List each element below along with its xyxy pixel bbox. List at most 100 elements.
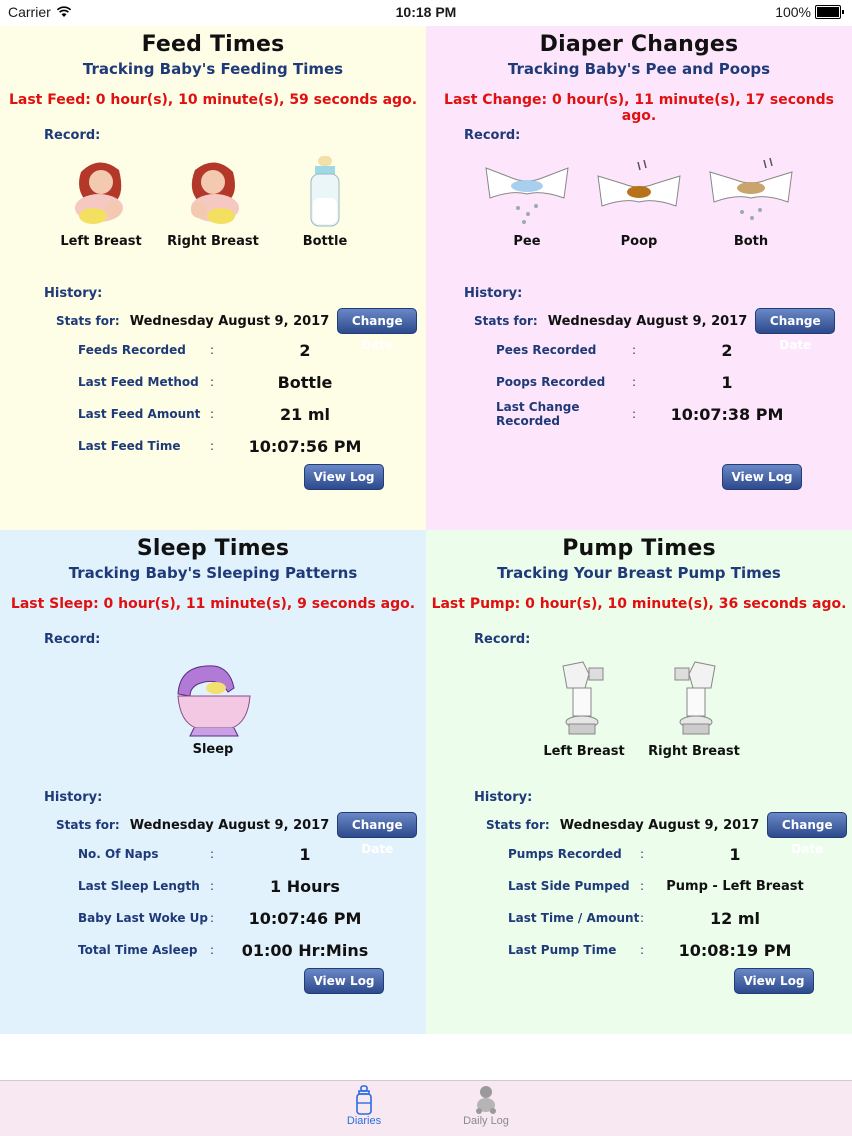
stat-key: Last Feed Amount [78, 407, 201, 421]
stat-key: Last Feed Method [78, 375, 199, 389]
feed-panel: Feed Times Tracking Baby's Feeding Times… [0, 26, 426, 530]
stats-date: Wednesday August 9, 2017 [547, 313, 748, 329]
stat-value: 12 ml [710, 908, 760, 928]
breast-pump-icon [562, 661, 604, 735]
bottle-button[interactable]: Bottle [277, 154, 373, 249]
stat-value: 21 ml [280, 404, 330, 424]
left-breast-pump-button[interactable]: Left Breast [536, 658, 632, 759]
pee-button[interactable]: Pee [479, 154, 575, 249]
stat-key: Last Side Pumped [508, 879, 630, 893]
clock: 10:18 PM [395, 4, 457, 20]
panel-subtitle: Tracking Your Breast Pump Times [497, 564, 781, 582]
record-label: Record: [464, 128, 521, 143]
stat-key: Last Feed Time [78, 439, 181, 453]
stat-value: Bottle [277, 372, 333, 392]
stat-value: 2 [721, 340, 733, 360]
battery-percent: 100% [775, 4, 811, 20]
stat-key: Pees Recorded [496, 343, 597, 357]
stat-key: Last Pump Time [508, 943, 617, 957]
table-row: Last Feed Method: Bottle [78, 366, 380, 398]
poop-button[interactable]: Poop [591, 154, 687, 249]
sleep-record-icons: Sleep [0, 658, 426, 757]
table-row: No. Of Naps:1 [78, 838, 380, 870]
icon-label: Left Breast [543, 744, 625, 759]
right-breast-pump-button[interactable]: Right Breast [646, 658, 742, 759]
bottle-icon [310, 156, 340, 227]
breast-pump-icon [674, 661, 716, 735]
last-change-text: Last Change: 0 hour(s), 11 minute(s), 17… [444, 92, 834, 124]
view-log-button[interactable]: View Log [734, 968, 814, 994]
last-pump-text: Last Pump: 0 hour(s), 10 minute(s), 36 s… [431, 596, 847, 612]
change-date-button[interactable]: Change Date [755, 308, 836, 352]
tab-daily-log[interactable]: Daily Log [446, 1085, 526, 1127]
table-row: Poops Recorded:1 [496, 366, 802, 398]
stat-value: 10:07:46 PM [248, 908, 362, 928]
view-log-button[interactable]: View Log [304, 464, 384, 490]
panel-subtitle: Tracking Baby's Feeding Times [82, 60, 344, 78]
table-row: Last Pump Time:10:08:19 PM [508, 934, 810, 966]
icon-label: Right Breast [648, 744, 740, 759]
history-label: History: [44, 790, 103, 805]
battery-icon [815, 5, 841, 19]
stats-date-row: Stats for: Wednesday August 9, 2017 Chan… [486, 812, 848, 856]
icon-label: Sleep [192, 742, 234, 757]
status-bar: Carrier 10:18 PM 100% [0, 0, 852, 26]
left-breast-button[interactable]: Left Breast [53, 154, 149, 249]
stats-date: Wednesday August 9, 2017 [559, 817, 760, 833]
stat-value: 10:08:19 PM [678, 940, 792, 960]
history-label: History: [464, 286, 523, 301]
sleep-button[interactable]: Sleep [165, 658, 261, 757]
stat-value: Pump - Left Breast [666, 878, 804, 894]
stat-key: Poops Recorded [496, 375, 606, 389]
table-row: Baby Last Woke Up:10:07:46 PM [78, 902, 380, 934]
change-date-button[interactable]: Change Date [767, 812, 848, 856]
panel-subtitle: Tracking Baby's Sleeping Patterns [68, 564, 358, 582]
icon-label: Poop [620, 234, 658, 249]
change-date-button[interactable]: Change Date [337, 308, 418, 352]
last-feed-text: Last Feed: 0 hour(s), 10 minute(s), 59 s… [8, 92, 418, 108]
feed-stats: Feeds Recorded:2 Last Feed Method: Bottle… [78, 334, 380, 462]
diaper-stats: Pees Recorded:2 Poops Recorded:1 Last Ch… [496, 334, 802, 430]
stat-key: Pumps Recorded [508, 847, 622, 861]
panel-title: Feed Times [141, 32, 285, 57]
tab-diaries[interactable]: Diaries [324, 1085, 404, 1127]
stat-value: 10:07:56 PM [248, 436, 362, 456]
tab-label: Diaries [346, 1115, 382, 1127]
stats-date-row: Stats for: Wednesday August 9, 2017 Chan… [474, 308, 836, 352]
panel-title: Sleep Times [136, 536, 290, 561]
stat-value: 2 [299, 340, 311, 360]
stat-key: Feeds Recorded [78, 343, 186, 357]
stats-for-label: Stats for: [56, 314, 120, 328]
stat-value: 1 [729, 844, 741, 864]
bottle-icon [356, 1085, 372, 1115]
panel-title: Pump Times [562, 536, 716, 561]
view-log-button[interactable]: View Log [304, 968, 384, 994]
icon-label: Both [733, 234, 769, 249]
stats-for-label: Stats for: [486, 818, 550, 832]
stat-key: No. Of Naps [78, 847, 159, 861]
record-label: Record: [474, 632, 531, 647]
change-date-button[interactable]: Change Date [337, 812, 418, 856]
bassinet-icon [177, 665, 251, 737]
table-row: Total Time Asleep:01:00 Hr:Mins [78, 934, 380, 966]
stats-date-row: Stats for: Wednesday August 9, 2017 Chan… [56, 812, 418, 856]
stat-value: 1 [299, 844, 311, 864]
right-breast-button[interactable]: Right Breast [165, 154, 261, 249]
stats-for-label: Stats for: [474, 314, 538, 328]
table-row: Last Sleep Length:1 Hours [78, 870, 380, 902]
breastfeeding-icon [191, 162, 239, 224]
pump-panel: Pump Times Tracking Your Breast Pump Tim… [426, 530, 852, 1034]
stats-date-row: Stats for: Wednesday August 9, 2017 Chan… [56, 308, 418, 352]
history-label: History: [44, 286, 103, 301]
record-label: Record: [44, 632, 101, 647]
both-button[interactable]: Both [703, 154, 799, 249]
panel-title: Diaper Changes [539, 32, 739, 57]
stat-value: 1 Hours [270, 876, 340, 896]
stat-value: 10:07:38 PM [670, 404, 784, 424]
stat-key: Last Change Recorded [496, 400, 580, 428]
stats-date: Wednesday August 9, 2017 [129, 817, 330, 833]
view-log-button[interactable]: View Log [722, 464, 802, 490]
table-row: Last Side Pumped: Pump - Left Breast [508, 870, 810, 902]
sleep-panel: Sleep Times Tracking Baby's Sleeping Pat… [0, 530, 426, 1034]
icon-label: Pee [513, 234, 541, 249]
